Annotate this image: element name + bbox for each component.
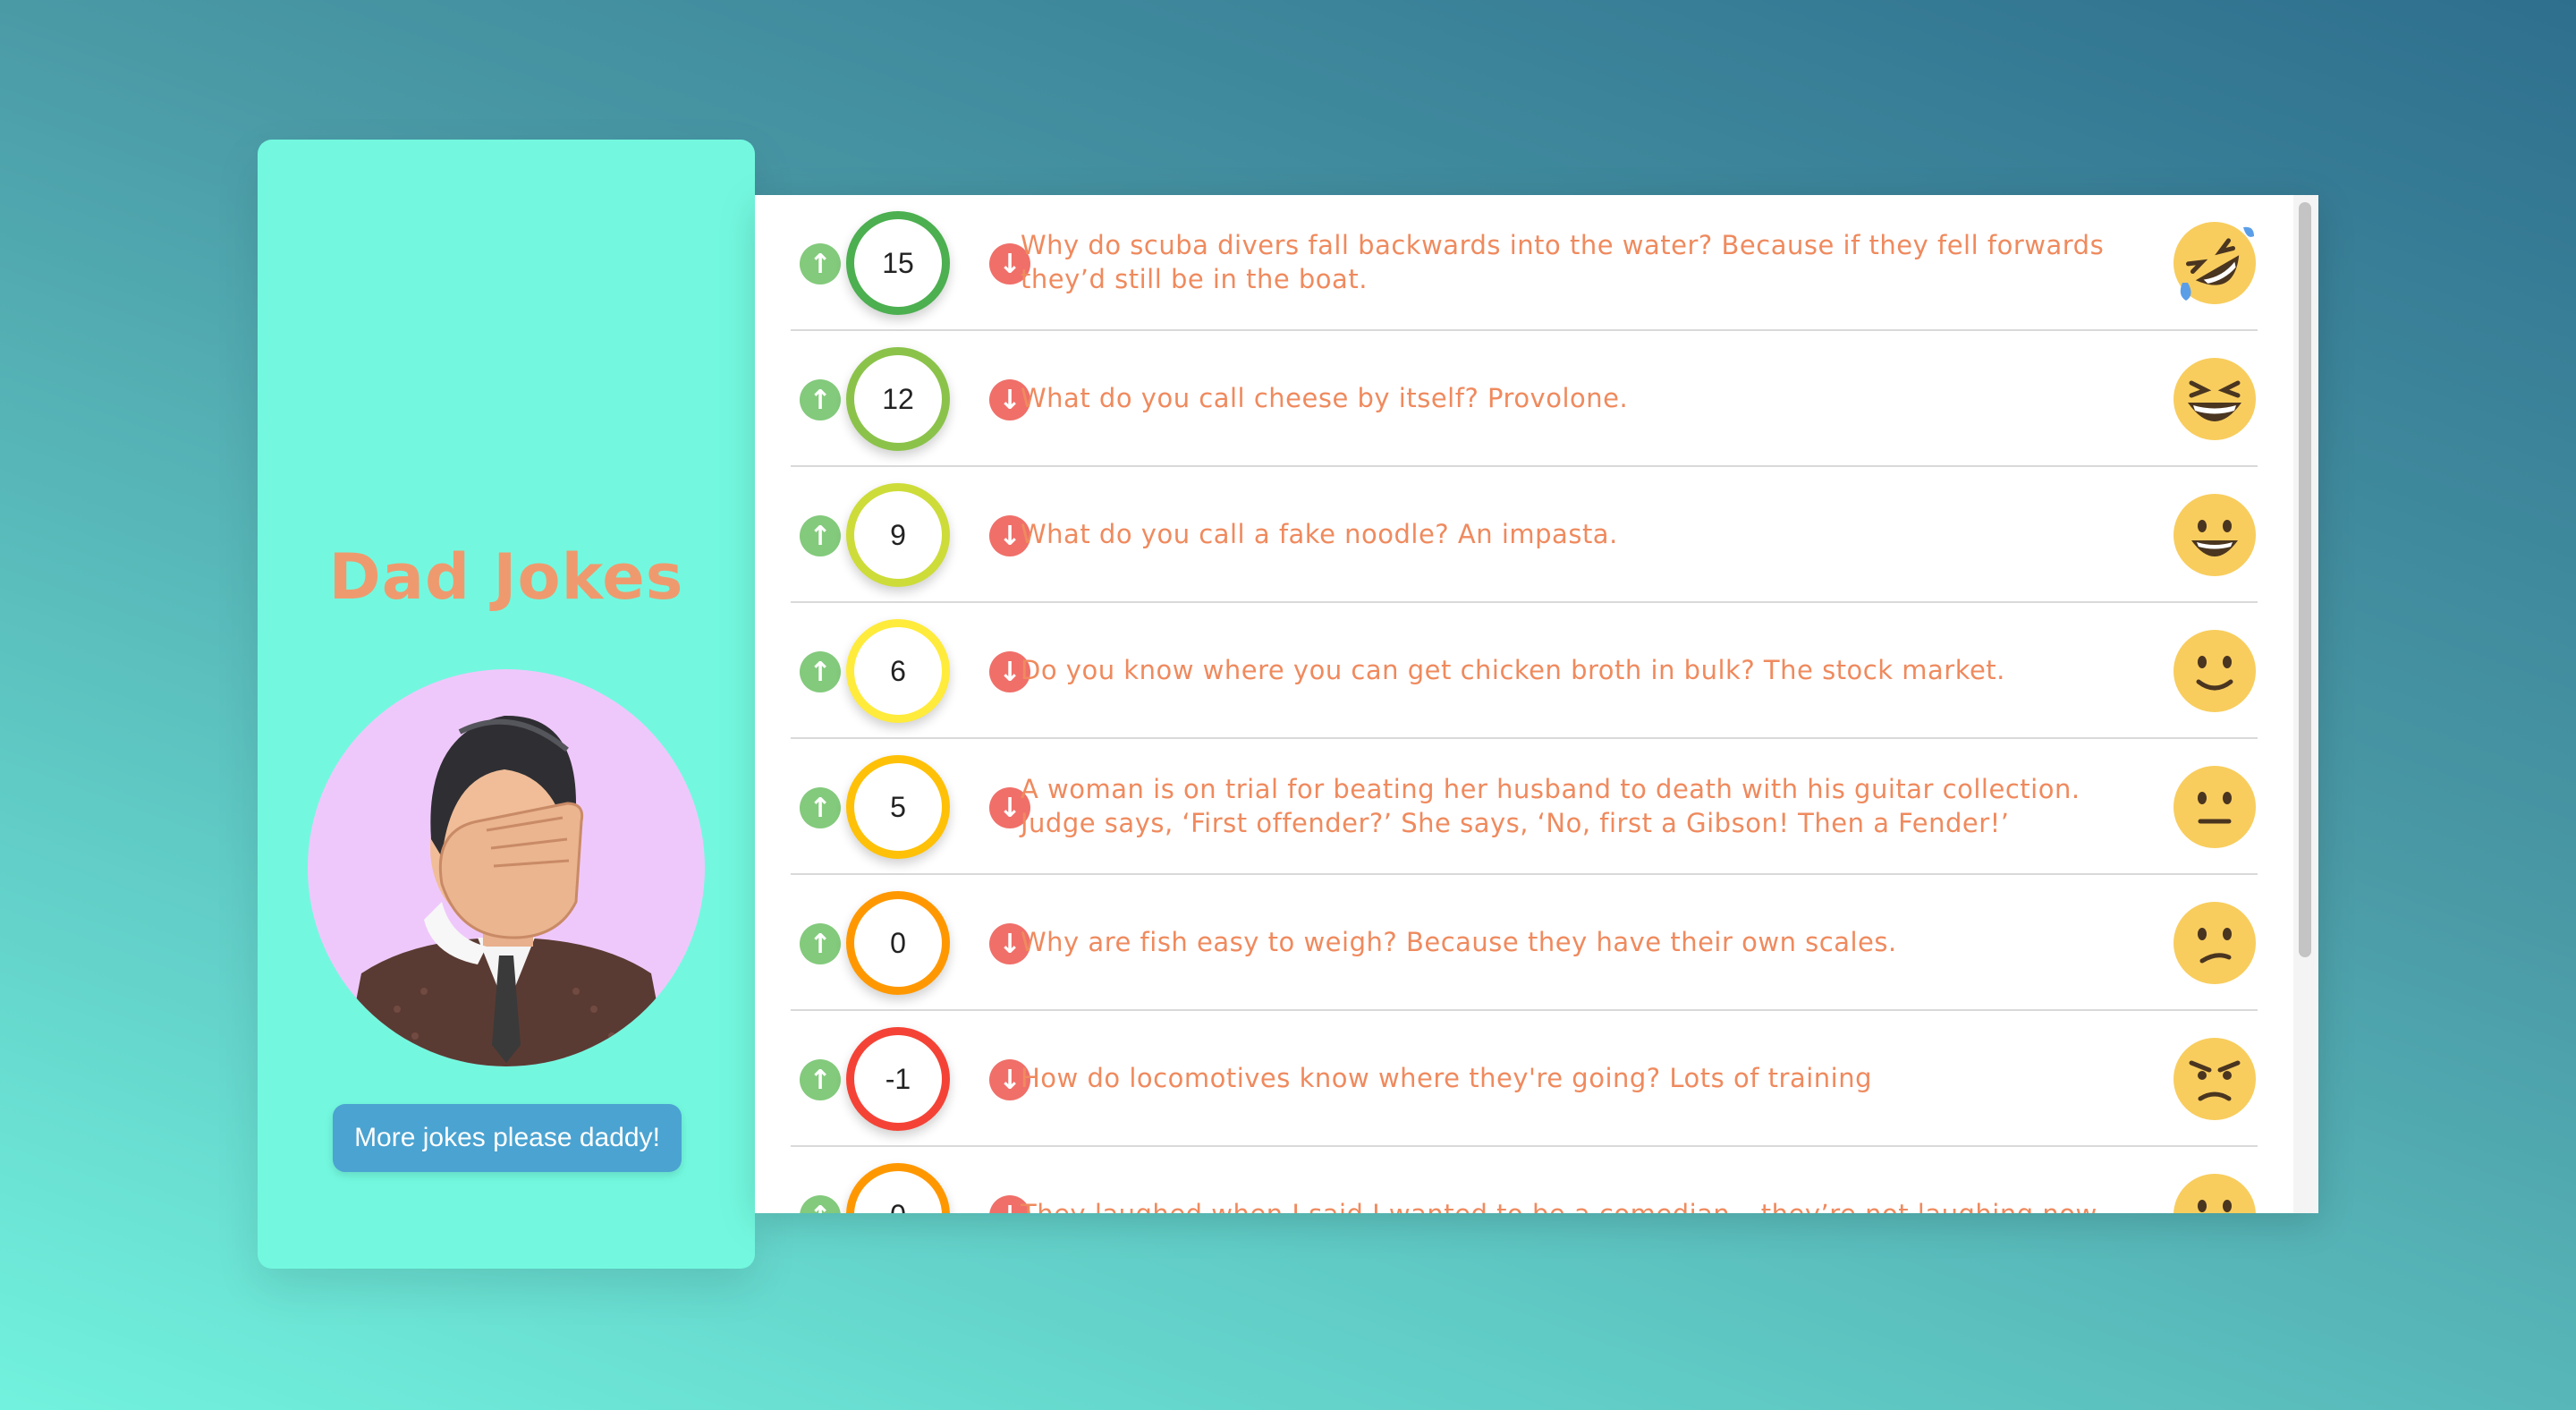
joke-score: 0	[846, 1163, 950, 1213]
joke-score: 9	[846, 483, 950, 587]
facepalm-avatar	[308, 669, 705, 1066]
upvote-button[interactable]: ↑	[800, 651, 841, 692]
scrollbar-track[interactable]	[2293, 195, 2318, 1213]
joke-text: Do you know where you can get chicken br…	[1021, 655, 2005, 685]
scrollbar-thumb[interactable]	[2299, 202, 2311, 957]
confused-emoji-icon	[2174, 902, 2256, 984]
upvote-button[interactable]: ↑	[800, 787, 841, 828]
upvote-button[interactable]: ↑	[800, 379, 841, 420]
jokes-panel: ↑ 15 ↓ Why do scuba divers fall backwards i…	[755, 195, 2318, 1213]
joke-text: They laughed when I said I wanted to be …	[1021, 1147, 2121, 1213]
app-title: Dad Jokes	[328, 540, 684, 614]
rofl-emoji-icon	[2174, 222, 2256, 304]
angry-emoji-icon	[2174, 1038, 2256, 1120]
joke-text: What do you call a fake noodle? An impas…	[1021, 519, 1618, 549]
neutral-emoji-icon	[2174, 766, 2256, 848]
joke-score: 15	[846, 211, 950, 315]
jokes-list: ↑ 15 ↓ Why do scuba divers fall backwards i…	[791, 195, 2258, 1213]
upvote-button[interactable]: ↑	[800, 1195, 841, 1213]
more-jokes-button[interactable]: More jokes please daddy!	[333, 1104, 682, 1172]
upvote-button[interactable]: ↑	[800, 243, 841, 285]
facepalm-illustration-icon	[343, 715, 669, 1066]
joke-text: How do locomotives know where they're go…	[1021, 1063, 1873, 1093]
laughing-emoji-icon	[2174, 358, 2256, 440]
slight-smile-emoji-icon	[2174, 630, 2256, 712]
joke-text: Why are fish easy to weigh? Because they…	[1021, 927, 1897, 957]
upvote-button[interactable]: ↑	[800, 923, 841, 964]
joke-score: 6	[846, 619, 950, 723]
joke-text: Why do scuba divers fall backwards into …	[1021, 230, 2105, 294]
joke-row: ↑ 0 ↓ Why are fish easy to weigh? Because t…	[791, 875, 2258, 1011]
joke-row: ↑0↓They laughed when I said I wanted to …	[791, 1147, 2258, 1213]
joke-row: ↑ 9 ↓ What do you call a fake noodle? An im…	[791, 467, 2258, 603]
joke-score: 12	[846, 347, 950, 451]
joke-row: ↑ -1 ↓ How do locomotives know where they'r…	[791, 1011, 2258, 1147]
confused-emoji-icon	[2174, 1174, 2256, 1213]
joke-row: ↑ 15 ↓ Why do scuba divers fall backwards i…	[791, 195, 2258, 331]
joke-row: ↑ 6 ↓ Do you know where you can get chicken…	[791, 603, 2258, 739]
smiley-emoji-icon	[2174, 494, 2256, 576]
joke-score: 0	[846, 891, 950, 995]
joke-text: A woman is on trial for beating her husb…	[1021, 774, 2080, 838]
joke-score: -1	[846, 1027, 950, 1131]
joke-row: ↑ 5 ↓ A woman is on trial for beating her h…	[791, 739, 2258, 875]
upvote-button[interactable]: ↑	[800, 515, 841, 556]
joke-row: ↑ 12 ↓ What do you call cheese by itself? P…	[791, 331, 2258, 467]
sidebar: Dad Jokes More jokes please daddy!	[258, 140, 755, 1269]
upvote-button[interactable]: ↑	[800, 1059, 841, 1100]
joke-score: 5	[846, 755, 950, 859]
joke-text: What do you call cheese by itself? Provo…	[1021, 383, 1629, 413]
